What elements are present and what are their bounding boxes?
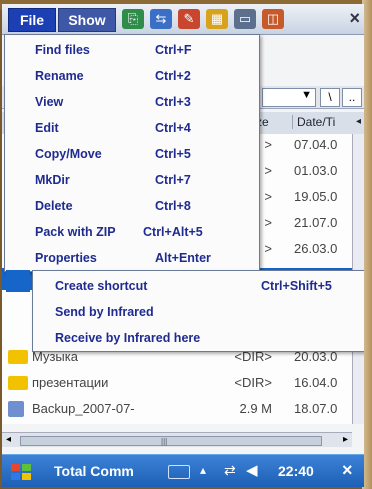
scroll-left-arrow-icon[interactable]: ◂ <box>6 434 11 445</box>
move-icon[interactable]: ⇆ <box>150 9 172 29</box>
top-toolbar: File Show ⎘ ⇆ ✎ ▦ ▭ ◫ × <box>2 4 364 35</box>
dropdown-arrow-icon: ▼ <box>301 89 312 101</box>
windows-start-icon[interactable] <box>10 462 32 482</box>
menu-item-receive-infrared[interactable]: Receive by Infrared here <box>33 327 364 349</box>
menu-item-label: Copy/Move <box>35 147 102 161</box>
cmd-icon[interactable]: ▭ <box>234 9 256 29</box>
file-menu-button[interactable]: File <box>8 8 56 32</box>
menu-item-delete[interactable]: Delete Ctrl+8 <box>5 195 259 217</box>
file-date: 21.07.0 <box>294 215 338 230</box>
menu-item-send-infrared[interactable]: Send by Infrared <box>33 301 364 323</box>
menu-item-shortcut: Ctrl+Alt+5 <box>143 225 203 239</box>
scrollbar-grip-icon: ||| <box>161 437 168 446</box>
file-name: Backup_2007-07- <box>32 401 135 416</box>
menu-item-label: View <box>35 95 64 109</box>
speaker-icon[interactable]: ◀ <box>246 461 258 479</box>
menu-item-shortcut: Ctrl+5 <box>155 147 191 161</box>
menu-item-label: Send by Infrared <box>55 305 154 319</box>
clock[interactable]: 22:40 <box>278 463 314 479</box>
menu-item-label: Delete <box>35 199 73 213</box>
menu-item-pack-zip[interactable]: Pack with ZIP Ctrl+Alt+5 <box>5 221 259 243</box>
menu-item-create-shortcut[interactable]: Create shortcut Ctrl+Shift+5 <box>33 275 364 297</box>
menu-item-label: Edit <box>35 121 59 135</box>
root-dir-button[interactable]: \ <box>320 88 340 107</box>
menu-item-label: Pack with ZIP <box>35 225 116 239</box>
menu-item-shortcut: Ctrl+4 <box>155 121 191 135</box>
folder-icon <box>8 350 28 364</box>
menu-item-shortcut: Ctrl+8 <box>155 199 191 213</box>
keyboard-icon[interactable] <box>168 465 190 479</box>
pda-screen: File Show ⎘ ⇆ ✎ ▦ ▭ ◫ × ▼ \ .. ze Date/T… <box>2 4 364 487</box>
edit-icon[interactable]: ✎ <box>178 9 200 29</box>
horizontal-scrollbar[interactable]: ◂ ||| ▸ <box>2 432 352 447</box>
show-menu-button[interactable]: Show <box>58 8 116 32</box>
taskbar: Total Comm ▴ ⇄ ◀ 22:40 × <box>2 454 364 487</box>
menu-item-label: MkDir <box>35 173 70 187</box>
menu-item-find-files[interactable]: Find files Ctrl+F <box>5 39 259 61</box>
menu-item-shortcut: Ctrl+7 <box>155 173 191 187</box>
connectivity-icon[interactable]: ⇄ <box>224 462 236 479</box>
menu-item-label: Receive by Infrared here <box>55 331 201 345</box>
menu-item-shortcut: Ctrl+2 <box>155 69 191 83</box>
menu-item-label: Create shortcut <box>55 279 148 293</box>
scrollbar-thumb[interactable]: ||| <box>20 436 322 446</box>
menu-item-shortcut: Ctrl+Shift+5 <box>261 279 332 293</box>
folder-icon <box>8 376 28 390</box>
file-size: <DIR> <box>234 375 272 390</box>
menu-item-properties[interactable]: Properties Alt+Enter <box>5 247 259 269</box>
menu-item-label: Find files <box>35 43 90 57</box>
path-dropdown[interactable]: ▼ <box>262 88 316 107</box>
table-row[interactable]: презентации <DIR> 16.04.0 <box>2 372 352 394</box>
copy-icon[interactable]: ⎘ <box>122 9 144 29</box>
menu-item-shortcut: Alt+Enter <box>155 251 211 265</box>
menu-item-copy-move[interactable]: Copy/Move Ctrl+5 <box>5 143 259 165</box>
close-icon[interactable]: × <box>342 460 353 481</box>
submenu: Create shortcut Ctrl+Shift+5 Send by Inf… <box>32 270 364 352</box>
menu-item-edit[interactable]: Edit Ctrl+4 <box>5 117 259 139</box>
panels-icon[interactable]: ◫ <box>262 9 284 29</box>
active-app-title[interactable]: Total Comm <box>54 463 134 479</box>
file-dropdown-menu: Find files Ctrl+F Rename Ctrl+2 View Ctr… <box>4 34 260 272</box>
file-date: 18.07.0 <box>294 401 338 416</box>
grid-icon[interactable]: ▦ <box>206 9 228 29</box>
archive-file-icon <box>8 401 24 417</box>
file-date: 01.03.0 <box>294 163 338 178</box>
column-date[interactable]: Date/Ti <box>292 115 335 129</box>
menu-item-view[interactable]: View Ctrl+3 <box>5 91 259 113</box>
menu-item-shortcut: Ctrl+F <box>155 43 192 57</box>
scroll-right-arrow-icon[interactable]: ▸ <box>343 434 348 445</box>
menu-item-label: Properties <box>35 251 97 265</box>
up-dir-button[interactable]: .. <box>342 88 362 107</box>
menu-item-mkdir[interactable]: MkDir Ctrl+7 <box>5 169 259 191</box>
submenu-parent-highlight[interactable] <box>6 270 30 292</box>
chevron-up-icon[interactable]: ▴ <box>200 463 206 477</box>
menu-item-rename[interactable]: Rename Ctrl+2 <box>5 65 259 87</box>
file-name: презентации <box>32 375 109 390</box>
close-icon[interactable]: × <box>349 8 360 29</box>
menu-item-shortcut: Ctrl+3 <box>155 95 191 109</box>
file-date: 19.05.0 <box>294 189 338 204</box>
table-row[interactable]: Backup_2007-07- 2.9 M 18.07.0 <box>2 398 352 420</box>
file-date: 26.03.0 <box>294 241 338 256</box>
file-date: 07.04.0 <box>294 137 338 152</box>
menu-item-label: Rename <box>35 69 84 83</box>
file-date: 16.04.0 <box>294 375 338 390</box>
file-size: 2.9 M <box>239 401 272 416</box>
scroll-right-icon[interactable]: ◂ <box>356 116 361 127</box>
